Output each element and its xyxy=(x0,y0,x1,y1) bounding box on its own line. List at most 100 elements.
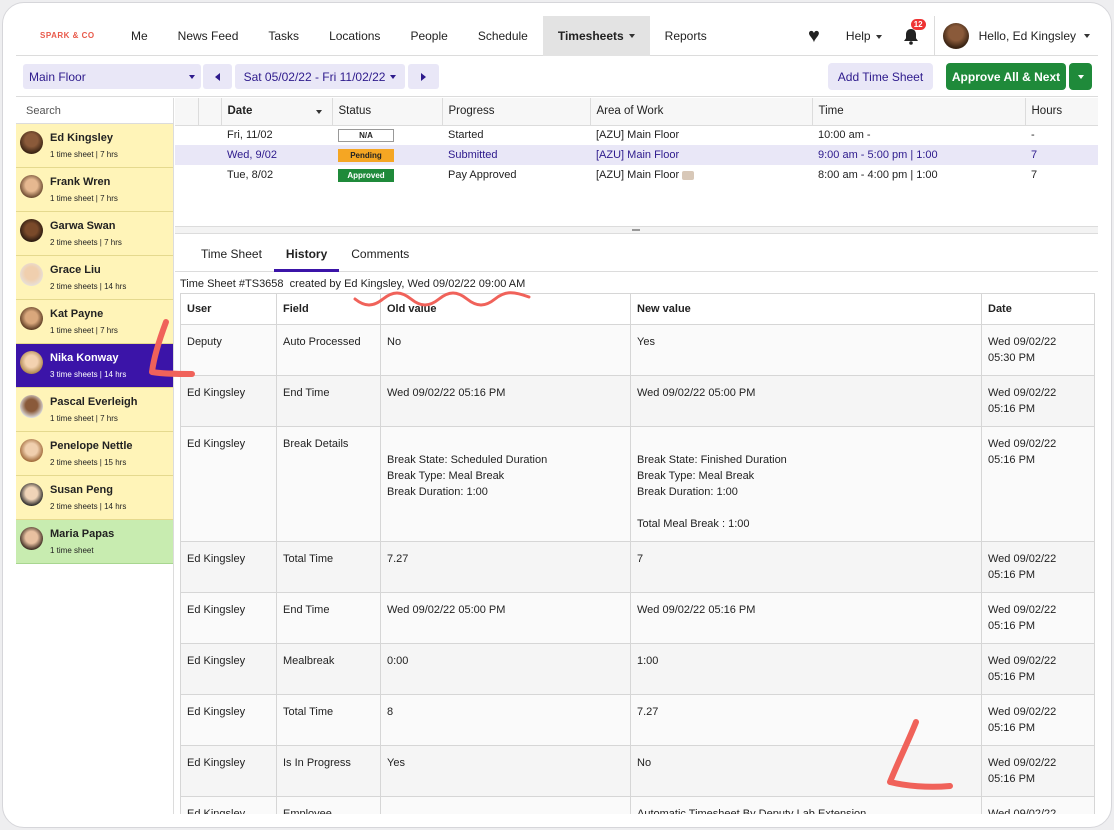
prev-week-button[interactable] xyxy=(203,64,232,89)
grip-icon xyxy=(632,229,640,231)
search-input[interactable]: Search xyxy=(16,98,173,124)
table-row-selected[interactable]: Wed, 9/02 Pending Submitted [AZU] Main F… xyxy=(175,145,1098,165)
brand-logo[interactable]: SPARK & CO xyxy=(16,31,116,40)
table-row[interactable]: Ed Kingsley Mealbreak 0:00 1:00 Wed 09/02/22… xyxy=(180,643,1095,695)
nav-timesheets-label: Timesheets xyxy=(557,28,624,43)
arrow-right-icon xyxy=(421,72,426,81)
help-menu[interactable]: Help xyxy=(834,29,894,43)
history-date-day: Wed 09/02/22 xyxy=(988,808,1057,814)
nav-timesheets[interactable]: Timesheets xyxy=(542,16,650,56)
employee-item[interactable]: Penelope Nettle 2 time sheets | 15 hrs xyxy=(16,432,173,476)
toolbar: Main Floor Sat 05/02/22 - Fri 11/02/22 A… xyxy=(16,57,1098,97)
history-old-value-cell: 8 xyxy=(380,694,631,746)
row-select xyxy=(175,145,198,165)
row-time: 10:00 am - xyxy=(818,129,871,142)
employee-item-selected[interactable]: Nika Konway 3 time sheets | 14 hrs xyxy=(16,344,173,388)
history-date-cell: Wed 09/02/22 05:16 PM xyxy=(981,592,1095,644)
nav-people[interactable]: People xyxy=(395,16,462,56)
date-range-select[interactable]: Sat 05/02/22 - Fri 11/02/22 xyxy=(235,64,405,89)
table-row[interactable]: Ed Kingsley Is In Progress Yes No Wed 09/02/… xyxy=(180,745,1095,797)
table-row[interactable]: Ed Kingsley Break Details Break State: Sch… xyxy=(180,426,1095,542)
history-table: User Field Old value New value Date Depu… xyxy=(180,293,1095,814)
employee-sidebar: Search Ed Kingsley 1 time sheet | 7 hrs F… xyxy=(16,98,174,814)
tab-history[interactable]: History xyxy=(273,235,340,272)
tab-time-sheet[interactable]: Time Sheet xyxy=(189,235,274,272)
approve-all-next-button[interactable]: Approve All & Next xyxy=(946,63,1066,90)
row-select xyxy=(175,125,198,145)
history-date-day: Wed 09/02/22 xyxy=(988,553,1057,565)
status-column-header: Status xyxy=(332,98,443,126)
meal-icon xyxy=(682,170,695,180)
employee-item[interactable]: Maria Papas 1 time sheet xyxy=(16,520,173,564)
table-row[interactable]: Tue, 8/02 Approved Pay Approved [AZU] Ma… xyxy=(175,165,1098,185)
row-progress: Started xyxy=(448,129,484,142)
date-column-header[interactable]: Date xyxy=(221,98,333,126)
history-old-value-cell: Break State: Scheduled Duration Break Ty… xyxy=(380,426,631,542)
history-date-time: 05:16 PM xyxy=(988,620,1036,632)
avatar xyxy=(20,527,43,550)
history-new-value-cell: Yes xyxy=(630,324,982,376)
flag-column-header xyxy=(198,98,222,126)
table-row[interactable]: Ed Kingsley End Time Wed 09/02/22 05:16 PM… xyxy=(180,375,1095,427)
notifications-button[interactable]: 12 xyxy=(894,16,928,56)
employee-item[interactable]: Ed Kingsley 1 time sheet | 7 hrs xyxy=(16,124,173,168)
avatar xyxy=(20,483,43,506)
nav-schedule[interactable]: Schedule xyxy=(463,16,543,56)
sort-down-icon xyxy=(315,110,322,114)
employee-summary: 2 time sheets | 7 hrs xyxy=(50,238,122,247)
select-column-header xyxy=(175,98,199,126)
nav-me[interactable]: Me xyxy=(116,16,163,56)
add-timesheet-button[interactable]: Add Time Sheet xyxy=(828,63,933,90)
employee-summary: 3 time sheets | 14 hrs xyxy=(50,370,127,379)
employee-name: Grace Liu xyxy=(50,264,101,276)
resize-handle[interactable] xyxy=(175,226,1098,234)
user-menu[interactable]: Hello, Ed Kingsley xyxy=(933,16,1098,56)
history-field-cell: Is In Progress xyxy=(276,745,381,797)
employee-name: Ed Kingsley xyxy=(50,132,113,144)
employee-item[interactable]: Garwa Swan 2 time sheets | 7 hrs xyxy=(16,212,173,256)
history-date-day: Wed 09/02/22 xyxy=(988,438,1057,450)
avatar xyxy=(942,23,969,49)
employee-item[interactable]: Pascal Everleigh 1 time sheet | 7 hrs xyxy=(16,388,173,432)
table-row[interactable]: Deputy Auto Processed No Yes Wed 09/02/22 05:… xyxy=(180,324,1095,376)
table-row[interactable]: Fri, 11/02 N/A Started [AZU] Main Floor … xyxy=(175,125,1098,145)
employee-item[interactable]: Kat Payne 1 time sheet | 7 hrs xyxy=(16,300,173,344)
table-row[interactable]: Ed Kingsley End Time Wed 09/02/22 05:00 PM… xyxy=(180,592,1095,644)
history-date-time: 05:16 PM xyxy=(988,671,1036,683)
nav-reports[interactable]: Reports xyxy=(650,16,722,56)
employee-name: Susan Peng xyxy=(50,484,113,496)
nav-tasks[interactable]: Tasks xyxy=(253,16,314,56)
next-week-button[interactable] xyxy=(408,64,439,89)
history-date-time: 05:16 PM xyxy=(988,773,1036,785)
approve-options-button[interactable] xyxy=(1069,63,1092,90)
table-row[interactable]: Ed Kingsley Total Time 8 7.27 Wed 09/02/22 05… xyxy=(180,694,1095,746)
employee-name: Frank Wren xyxy=(50,176,111,188)
location-select[interactable]: Main Floor xyxy=(23,64,201,89)
row-hours: 7 xyxy=(1025,145,1098,165)
table-row[interactable]: Ed KingsleyEmployee Comment Automatic Tim… xyxy=(180,796,1095,814)
employee-item[interactable]: Grace Liu 2 time sheets | 14 hrs xyxy=(16,256,173,300)
status-badge: Approved xyxy=(338,168,394,182)
tab-comments[interactable]: Comments xyxy=(339,235,421,272)
heart-icon[interactable]: ♥ xyxy=(794,25,834,48)
nav-locations[interactable]: Locations xyxy=(314,16,395,56)
area-column-header: Area of Work xyxy=(590,98,813,126)
table-row[interactable]: Ed Kingsley Total Time 7.27 7 Wed 09/02/22 05… xyxy=(180,541,1095,593)
history-user-cell: Ed Kingsley xyxy=(180,796,277,814)
history-field-cell: Mealbreak xyxy=(276,643,381,695)
history-field-cell: Employee Comment xyxy=(276,796,381,814)
employee-summary: 1 time sheet | 7 hrs xyxy=(50,326,118,335)
old-value-column-header: Old value xyxy=(380,293,631,325)
notification-count-badge: 12 xyxy=(910,19,926,30)
row-status: Pending xyxy=(332,145,442,165)
help-label: Help xyxy=(845,29,871,43)
row-date: Tue, 8/02 xyxy=(227,169,274,181)
history-old-value-cell: 0:00 xyxy=(380,643,631,695)
employee-item[interactable]: Susan Peng 2 time sheets | 14 hrs xyxy=(16,476,173,520)
nav-news-feed[interactable]: News Feed xyxy=(163,16,254,56)
employee-item[interactable]: Frank Wren 1 time sheet | 7 hrs xyxy=(16,168,173,212)
employee-summary: 1 time sheet | 7 hrs xyxy=(50,414,118,423)
avatar xyxy=(20,307,43,330)
row-time: 8:00 am - 4:00 pm | 1:00 xyxy=(818,169,938,181)
avatar xyxy=(20,263,43,286)
